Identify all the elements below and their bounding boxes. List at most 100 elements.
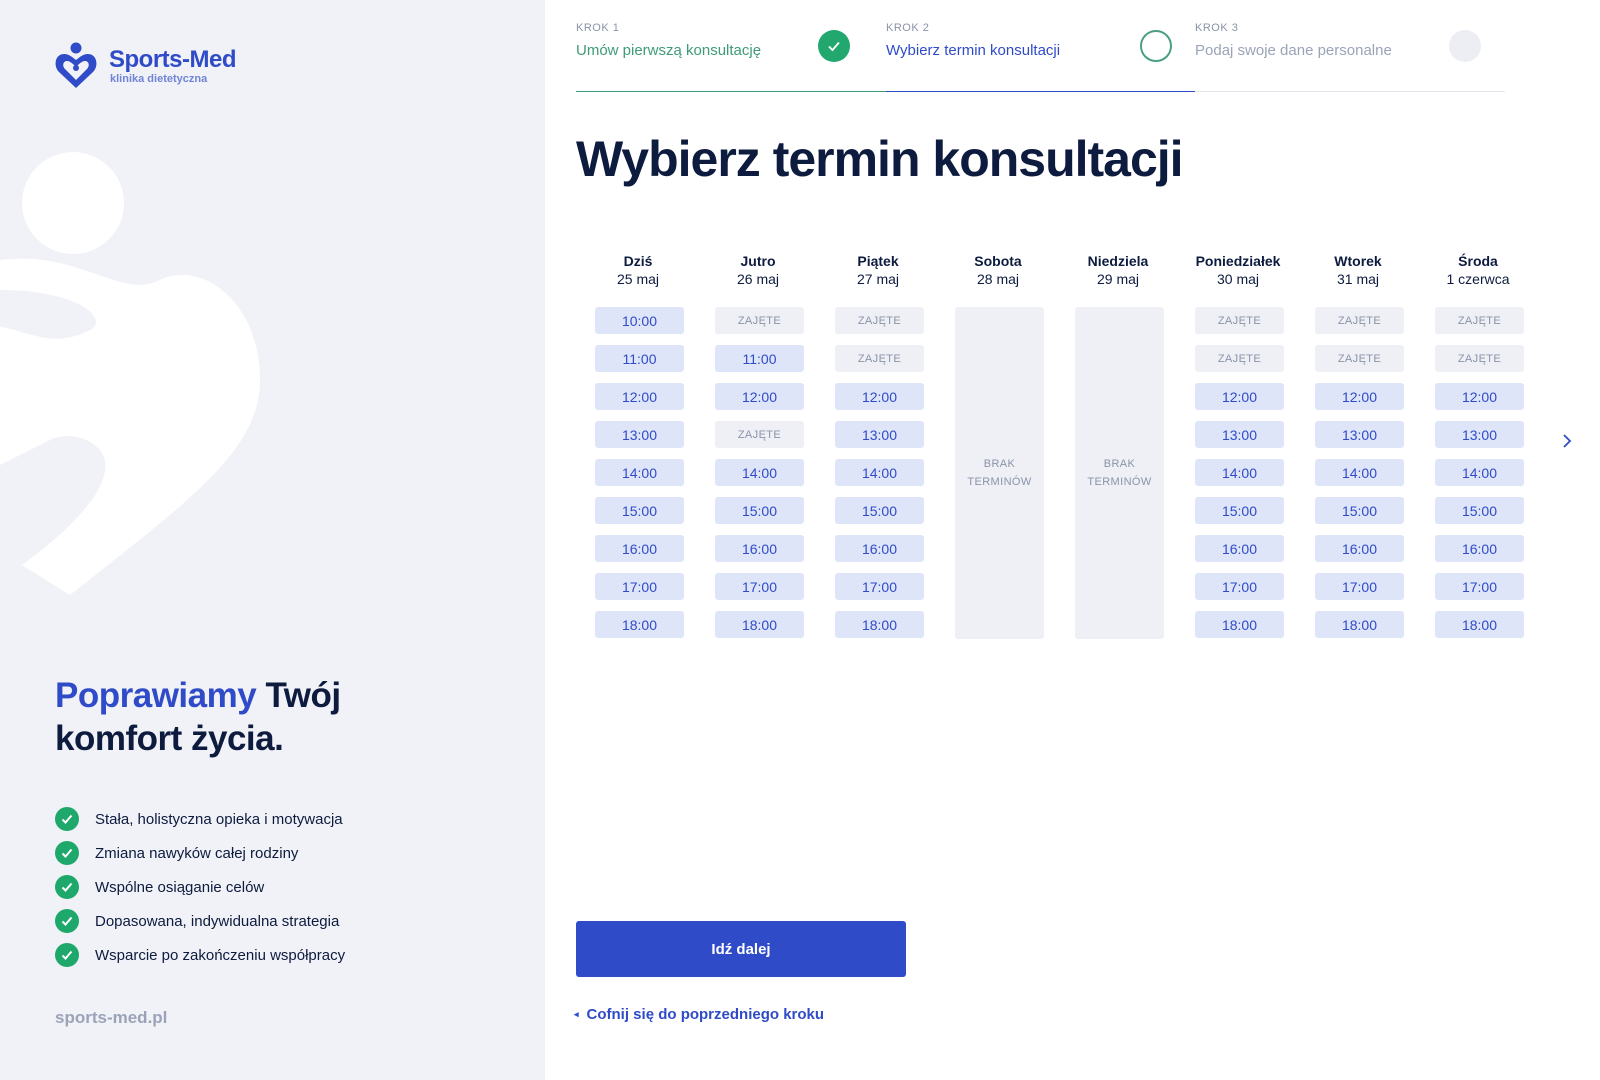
day-name: Piątek: [857, 253, 899, 269]
time-slot-button[interactable]: 17:00: [835, 573, 924, 600]
day-column: Dziś 25 maj 10:00 11:00 12:00 13:00 14:00 15:00…: [588, 252, 688, 638]
time-slot-button[interactable]: 12:00: [595, 383, 684, 410]
time-slot-button[interactable]: 15:00: [595, 497, 684, 524]
step-1[interactable]: KROK 1 Umów pierwszą konsultację: [576, 22, 886, 92]
time-slot-button[interactable]: 17:00: [1195, 573, 1284, 600]
site-url-link[interactable]: sports-med.pl: [55, 1008, 167, 1028]
time-slot-button[interactable]: 13:00: [595, 421, 684, 448]
time-slot-button[interactable]: 16:00: [1315, 535, 1404, 562]
time-slot-busy: ZAJĘTE: [835, 345, 924, 372]
time-slot-button[interactable]: 17:00: [1315, 573, 1404, 600]
benefit-item: Dopasowana, indywidualna strategia: [55, 904, 345, 938]
appointment-calendar: Dziś 25 maj 10:00 11:00 12:00 13:00 14:00 15:00…: [590, 252, 1540, 642]
time-slot-busy: ZAJĘTE: [1435, 307, 1524, 334]
brand-tagline: klinika dietetyczna: [110, 73, 208, 85]
day-column: Poniedziałek 30 maj ZAJĘTE ZAJĘTE 12:00 13:00…: [1188, 252, 1288, 638]
benefit-text: Stała, holistyczna opieka i motywacja: [95, 810, 343, 828]
day-column: Środa 1 czerwca ZAJĘTE ZAJĘTE 12:00 13:00 14:0…: [1428, 252, 1528, 638]
time-slot-button[interactable]: 12:00: [1435, 383, 1524, 410]
time-slot-button[interactable]: 15:00: [835, 497, 924, 524]
time-slot-button[interactable]: 12:00: [715, 383, 804, 410]
time-slots: 10:00 11:00 12:00 13:00 14:00 15:00 16:00 17:00…: [595, 307, 684, 649]
benefit-item: Wspólne osiąganie celów: [55, 870, 345, 904]
time-slot-button[interactable]: 16:00: [1195, 535, 1284, 562]
time-slot-button[interactable]: 16:00: [835, 535, 924, 562]
time-slot-button[interactable]: 10:00: [595, 307, 684, 334]
day-name: Wtorek: [1334, 253, 1382, 269]
time-slot-button[interactable]: 12:00: [1315, 383, 1404, 410]
time-slot-busy: ZAJĘTE: [1315, 345, 1404, 372]
time-slot-button[interactable]: 18:00: [1195, 611, 1284, 638]
benefit-text: Wsparcie po zakończeniu współpracy: [95, 946, 346, 964]
time-slot-button[interactable]: 13:00: [1435, 421, 1524, 448]
back-link[interactable]: ◂ Cofnij się do poprzedniego kroku: [574, 1006, 824, 1023]
time-slot-button[interactable]: 14:00: [1435, 459, 1524, 486]
caret-left-icon: ◂: [574, 1009, 579, 1019]
time-slot-button[interactable]: 15:00: [1195, 497, 1284, 524]
step-done-check-icon: [818, 30, 850, 62]
time-slot-busy: ZAJĘTE: [1195, 307, 1284, 334]
no-slots-panel: BRAK TERMINÓW: [1075, 307, 1164, 639]
time-slot-button[interactable]: 13:00: [835, 421, 924, 448]
time-slot-button[interactable]: 13:00: [1195, 421, 1284, 448]
check-icon: [55, 807, 79, 831]
sidebar-headline: Poprawiamy Twój komfort życia.: [55, 674, 341, 760]
time-slot-button[interactable]: 18:00: [1315, 611, 1404, 638]
step-underline: [576, 91, 886, 92]
time-slot-button[interactable]: 15:00: [1435, 497, 1524, 524]
time-slot-button[interactable]: 14:00: [1195, 459, 1284, 486]
time-slot-button[interactable]: 18:00: [1435, 611, 1524, 638]
step-3[interactable]: KROK 3 Podaj swoje dane personalne: [1195, 22, 1505, 92]
time-slot-button[interactable]: 11:00: [715, 345, 804, 372]
logo[interactable]: Sports-Med klinika dietetyczna: [55, 42, 237, 90]
day-name: Jutro: [740, 253, 776, 269]
check-icon: [55, 943, 79, 967]
no-slots-label: TERMINÓW: [1087, 476, 1152, 488]
day-column: Wtorek 31 maj ZAJĘTE ZAJĘTE 12:00 13:00 14:00 1…: [1308, 252, 1408, 638]
day-date: 30 maj: [1216, 271, 1260, 287]
day-date: 25 maj: [616, 271, 660, 287]
time-slot-button[interactable]: 16:00: [1435, 535, 1524, 562]
time-slot-button[interactable]: 16:00: [595, 535, 684, 562]
time-slots: ZAJĘTE ZAJĘTE 12:00 13:00 14:00 15:00 16:00 17:…: [835, 307, 924, 649]
no-slots-label: BRAK: [983, 458, 1016, 470]
step-active-circle-icon: [1140, 30, 1172, 62]
time-slot-button[interactable]: 16:00: [715, 535, 804, 562]
step-2[interactable]: KROK 2 Wybierz termin konsultacji: [886, 22, 1196, 92]
time-slot-busy: ZAJĘTE: [1435, 345, 1524, 372]
time-slot-button[interactable]: 12:00: [1195, 383, 1284, 410]
day-date: 31 maj: [1336, 271, 1380, 287]
time-slot-button[interactable]: 17:00: [1435, 573, 1524, 600]
time-slot-busy: ZAJĘTE: [835, 307, 924, 334]
next-step-button[interactable]: Idź dalej: [576, 921, 906, 977]
chevron-right-icon[interactable]: [1558, 432, 1576, 450]
time-slot-button[interactable]: 11:00: [595, 345, 684, 372]
day-column: Piątek 27 maj ZAJĘTE ZAJĘTE 12:00 13:00 14:00 1…: [828, 252, 928, 638]
time-slot-button[interactable]: 14:00: [715, 459, 804, 486]
time-slot-button[interactable]: 14:00: [1315, 459, 1404, 486]
time-slot-button[interactable]: 14:00: [595, 459, 684, 486]
time-slot-button[interactable]: 12:00: [835, 383, 924, 410]
day-date: 27 maj: [856, 271, 900, 287]
day-name: Sobota: [974, 253, 1022, 269]
brand-name: Sports-Med: [109, 46, 237, 73]
check-icon: [55, 875, 79, 899]
time-slot-button[interactable]: 18:00: [595, 611, 684, 638]
time-slot-button[interactable]: 17:00: [595, 573, 684, 600]
time-slot-busy: ZAJĘTE: [715, 307, 804, 334]
time-slot-button[interactable]: 18:00: [835, 611, 924, 638]
time-slot-button[interactable]: 15:00: [1315, 497, 1404, 524]
time-slot-busy: ZAJĘTE: [715, 421, 804, 448]
day-name: Poniedziałek: [1195, 253, 1281, 269]
time-slot-button[interactable]: 15:00: [715, 497, 804, 524]
time-slot-button[interactable]: 18:00: [715, 611, 804, 638]
time-slot-button[interactable]: 17:00: [715, 573, 804, 600]
day-column: Sobota 28 maj BRAK TERMINÓW: [948, 252, 1048, 639]
time-slots: ZAJĘTE ZAJĘTE 12:00 13:00 14:00 15:00 16:00 17:…: [1315, 307, 1404, 649]
benefit-text: Zmiana nawyków całej rodziny: [95, 844, 299, 862]
day-date: 26 maj: [736, 271, 780, 287]
time-slot-button[interactable]: 14:00: [835, 459, 924, 486]
time-slot-button[interactable]: 13:00: [1315, 421, 1404, 448]
day-column: Niedziela 29 maj BRAK TERMINÓW: [1068, 252, 1168, 639]
back-link-label: Cofnij się do poprzedniego kroku: [586, 1006, 825, 1023]
